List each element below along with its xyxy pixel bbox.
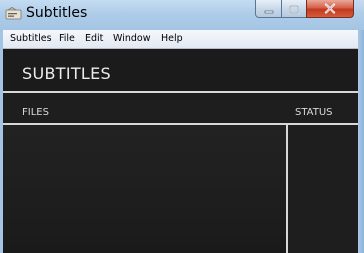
title-bar[interactable]: Subtitles: [0, 0, 364, 30]
close-button[interactable]: [306, 0, 354, 18]
app-window: Subtitles Subtitles File Edit Window Hel…: [0, 0, 364, 253]
maximize-button[interactable]: [281, 0, 307, 18]
menu-subtitles[interactable]: Subtitles: [10, 30, 52, 48]
main-content: SUBTITLES FILES STATUS: [3, 49, 358, 253]
header: SUBTITLES: [3, 49, 358, 91]
menu-help[interactable]: Help: [161, 30, 183, 48]
files-column-header[interactable]: FILES: [22, 107, 49, 118]
minimize-button[interactable]: [255, 0, 282, 18]
minimize-icon: [264, 0, 274, 18]
window-frame-right: [358, 30, 364, 253]
status-column-header[interactable]: STATUS: [295, 107, 333, 118]
maximize-icon: [289, 0, 299, 18]
menu-file[interactable]: File: [59, 30, 75, 48]
column-header-row: FILES STATUS: [3, 93, 358, 123]
menu-edit[interactable]: Edit: [85, 30, 103, 48]
menu-window[interactable]: Window: [113, 30, 150, 48]
status-list[interactable]: [288, 125, 358, 253]
close-icon: [324, 0, 336, 18]
files-list[interactable]: [3, 125, 286, 253]
page-title: SUBTITLES: [22, 64, 111, 83]
app-icon: [5, 6, 23, 20]
menu-bar: Subtitles File Edit Window Help: [3, 30, 358, 49]
window-title: Subtitles: [26, 5, 88, 21]
